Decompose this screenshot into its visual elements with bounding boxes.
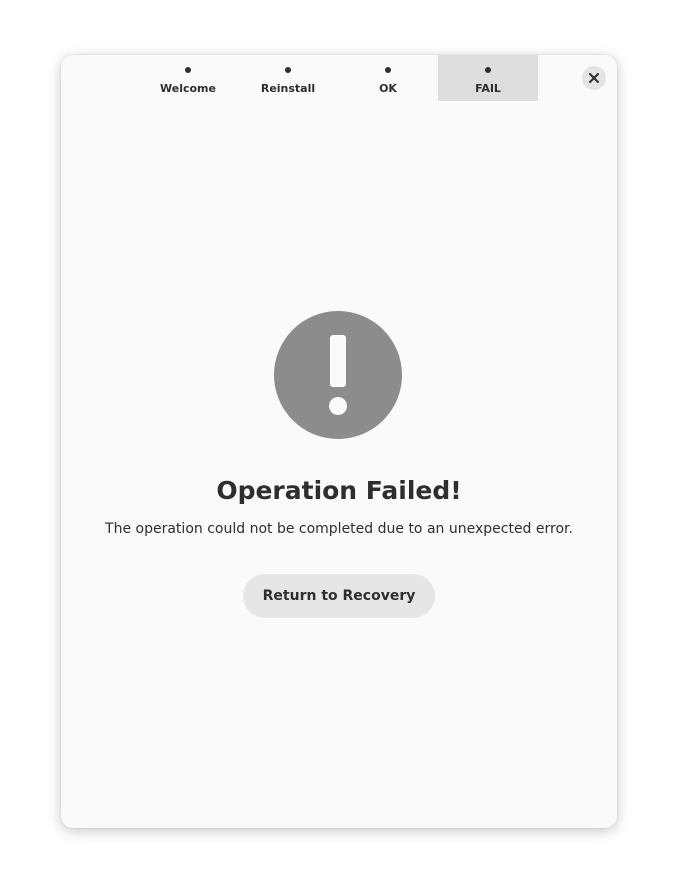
step-dot (385, 67, 391, 73)
step-reinstall: Reinstall (238, 55, 338, 101)
step-ok: OK (338, 55, 438, 101)
step-dot (485, 67, 491, 73)
close-button[interactable] (582, 66, 606, 90)
return-to-recovery-label: Return to Recovery (262, 588, 416, 604)
step-welcome: Welcome (138, 55, 238, 101)
step-dot (285, 67, 291, 73)
step-label: OK (379, 82, 397, 95)
step-label: Reinstall (260, 82, 316, 95)
step-indicator: Welcome Reinstall OK FAIL (138, 55, 538, 101)
close-icon (589, 73, 599, 83)
page-title: Operation Failed! (216, 476, 462, 505)
error-description: The operation could not be completed due… (105, 521, 573, 537)
return-to-recovery-button[interactable]: Return to Recovery (243, 574, 435, 618)
step-dot (185, 67, 191, 73)
dialog-window: Welcome Reinstall OK FAIL Operation Fail… (61, 55, 617, 828)
exclamation-icon (274, 311, 402, 439)
step-label: FAIL (475, 82, 501, 95)
step-label: Welcome (160, 82, 216, 95)
step-fail: FAIL (438, 55, 538, 101)
